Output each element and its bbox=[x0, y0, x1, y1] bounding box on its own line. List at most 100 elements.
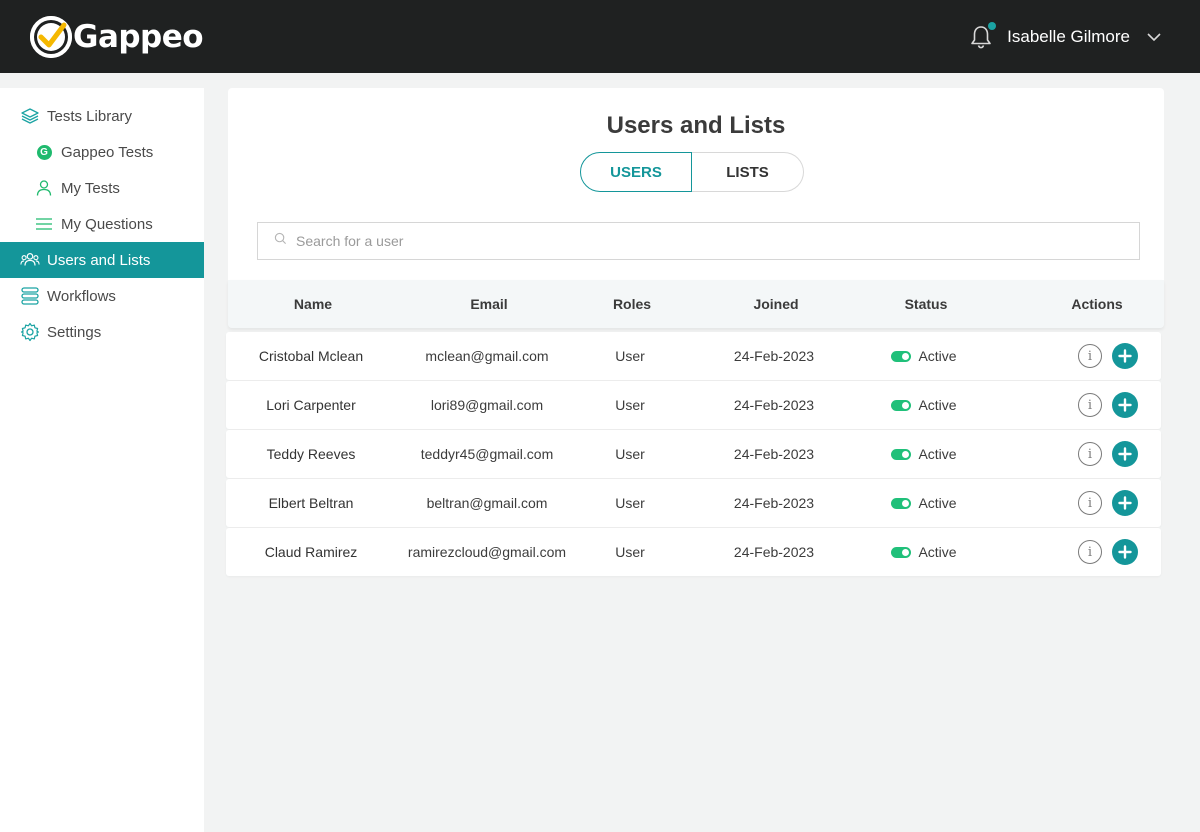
status-label: Active bbox=[918, 495, 957, 511]
status-toggle[interactable] bbox=[891, 399, 912, 411]
column-header-name[interactable]: Name bbox=[228, 296, 398, 312]
cell-actions: i bbox=[982, 539, 1158, 565]
add-icon[interactable] bbox=[1112, 490, 1138, 516]
search-bar bbox=[257, 222, 1140, 260]
cell-name: Claud Ramirez bbox=[264, 544, 358, 560]
workflow-icon bbox=[20, 286, 40, 306]
user-menu: Isabelle Gilmore bbox=[969, 21, 1162, 50]
sidebar-item-my-tests[interactable]: My Tests bbox=[0, 170, 204, 206]
lines-icon bbox=[34, 214, 54, 234]
column-header-joined[interactable]: Joined bbox=[684, 296, 868, 312]
chevron-down-icon[interactable] bbox=[1146, 29, 1162, 45]
sidebar-item-tests-library[interactable]: Tests Library bbox=[0, 98, 204, 134]
sidebar-item-label: Tests Library bbox=[47, 107, 133, 125]
cell-joined: 24-Feb-2023 bbox=[733, 397, 815, 413]
column-header-status[interactable]: Status bbox=[868, 296, 984, 312]
status-label: Active bbox=[918, 544, 957, 560]
table-row[interactable]: Lori Carpenter lori89@gmail.com User 24-… bbox=[226, 381, 1161, 429]
users-table-body: Cristobal Mclean mclean@gmail.com User 2… bbox=[226, 332, 1161, 577]
status-toggle[interactable] bbox=[891, 350, 912, 362]
status-label: Active bbox=[918, 397, 957, 413]
person-icon bbox=[34, 178, 54, 198]
status-toggle[interactable] bbox=[891, 497, 912, 509]
cell-actions: i bbox=[982, 392, 1158, 418]
cell-joined: 24-Feb-2023 bbox=[733, 495, 815, 511]
cell-status: Active bbox=[866, 495, 982, 511]
notification-bell-icon[interactable] bbox=[969, 21, 997, 50]
search-input[interactable] bbox=[296, 233, 1139, 249]
notification-dot bbox=[988, 21, 997, 30]
add-icon[interactable] bbox=[1112, 539, 1138, 565]
users-lists-panel: Users and Lists USERS LISTS Name Email R… bbox=[228, 88, 1164, 328]
table-row[interactable]: Cristobal Mclean mclean@gmail.com User 2… bbox=[226, 332, 1161, 380]
add-icon[interactable] bbox=[1112, 441, 1138, 467]
column-header-roles[interactable]: Roles bbox=[580, 296, 684, 312]
gear-icon bbox=[20, 322, 40, 342]
info-icon[interactable]: i bbox=[1078, 442, 1102, 466]
cell-status: Active bbox=[866, 397, 982, 413]
cell-actions: i bbox=[982, 343, 1158, 369]
tab-lists[interactable]: LISTS bbox=[692, 152, 804, 192]
sidebar-item-workflows[interactable]: Workflows bbox=[0, 278, 204, 314]
brand-name: Gappeo bbox=[73, 18, 204, 55]
cell-status: Active bbox=[866, 348, 982, 364]
info-icon[interactable]: i bbox=[1078, 540, 1102, 564]
add-icon[interactable] bbox=[1112, 392, 1138, 418]
status-label: Active bbox=[918, 348, 957, 364]
table-row[interactable]: Elbert Beltran beltran@gmail.com User 24… bbox=[226, 479, 1161, 527]
sidebar-item-label: Settings bbox=[47, 323, 102, 341]
cell-email: beltran@gmail.com bbox=[426, 495, 548, 511]
page-title: Users and Lists bbox=[606, 112, 786, 139]
sidebar-item-label: My Questions bbox=[61, 215, 153, 233]
cell-email: ramirezcloud@gmail.com bbox=[407, 544, 567, 560]
top-bar: Gappeo Isabelle Gilmore bbox=[0, 0, 1200, 73]
sidebar-item-label: My Tests bbox=[61, 179, 120, 197]
cell-email: lori89@gmail.com bbox=[430, 397, 544, 413]
users-icon bbox=[20, 250, 40, 270]
cell-role: User bbox=[615, 348, 645, 364]
info-icon[interactable]: i bbox=[1078, 344, 1102, 368]
cell-role: User bbox=[615, 397, 645, 413]
layers-icon bbox=[20, 106, 40, 126]
cell-email: teddyr45@gmail.com bbox=[420, 446, 554, 462]
cell-role: User bbox=[615, 544, 645, 560]
sidebar-item-my-questions[interactable]: My Questions bbox=[0, 206, 204, 242]
column-header-email[interactable]: Email bbox=[398, 296, 580, 312]
cell-actions: i bbox=[982, 441, 1158, 467]
table-header: Name Email Roles Joined Status Actions bbox=[228, 280, 1164, 328]
sidebar-item-label: Workflows bbox=[47, 287, 116, 305]
tab-switcher: USERS LISTS bbox=[580, 152, 804, 192]
cell-name: Cristobal Mclean bbox=[258, 348, 364, 364]
cell-role: User bbox=[615, 495, 645, 511]
cell-status: Active bbox=[866, 446, 982, 462]
search-icon bbox=[274, 232, 287, 250]
cell-name: Lori Carpenter bbox=[266, 397, 356, 413]
add-icon[interactable] bbox=[1112, 343, 1138, 369]
sidebar-item-gappeo-tests[interactable]: G Gappeo Tests bbox=[0, 134, 204, 170]
cell-joined: 24-Feb-2023 bbox=[733, 544, 815, 560]
sidebar-item-label: Gappeo Tests bbox=[61, 143, 154, 161]
cell-actions: i bbox=[982, 490, 1158, 516]
cell-joined: 24-Feb-2023 bbox=[733, 348, 815, 364]
cell-name: Teddy Reeves bbox=[266, 446, 356, 462]
tab-users[interactable]: USERS bbox=[580, 152, 692, 192]
status-label: Active bbox=[918, 446, 957, 462]
user-name[interactable]: Isabelle Gilmore bbox=[1007, 27, 1130, 47]
sidebar-item-settings[interactable]: Settings bbox=[0, 314, 204, 350]
sidebar-item-label: Users and Lists bbox=[47, 251, 151, 269]
cell-name: Elbert Beltran bbox=[268, 495, 354, 511]
status-toggle[interactable] bbox=[891, 448, 912, 460]
brand-logo[interactable]: Gappeo bbox=[30, 15, 204, 58]
table-row[interactable]: Claud Ramirez ramirezcloud@gmail.com Use… bbox=[226, 528, 1161, 576]
logo-check-icon bbox=[30, 15, 72, 58]
column-header-actions: Actions bbox=[1071, 296, 1123, 312]
cell-role: User bbox=[615, 446, 645, 462]
info-icon[interactable]: i bbox=[1078, 491, 1102, 515]
sidebar: Tests Library G Gappeo Tests My Tests My… bbox=[0, 88, 204, 832]
sidebar-item-users-and-lists[interactable]: Users and Lists bbox=[0, 242, 204, 278]
status-toggle[interactable] bbox=[891, 546, 912, 558]
info-icon[interactable]: i bbox=[1078, 393, 1102, 417]
cell-joined: 24-Feb-2023 bbox=[733, 446, 815, 462]
table-row[interactable]: Teddy Reeves teddyr45@gmail.com User 24-… bbox=[226, 430, 1161, 478]
g-badge-icon: G bbox=[34, 142, 54, 162]
